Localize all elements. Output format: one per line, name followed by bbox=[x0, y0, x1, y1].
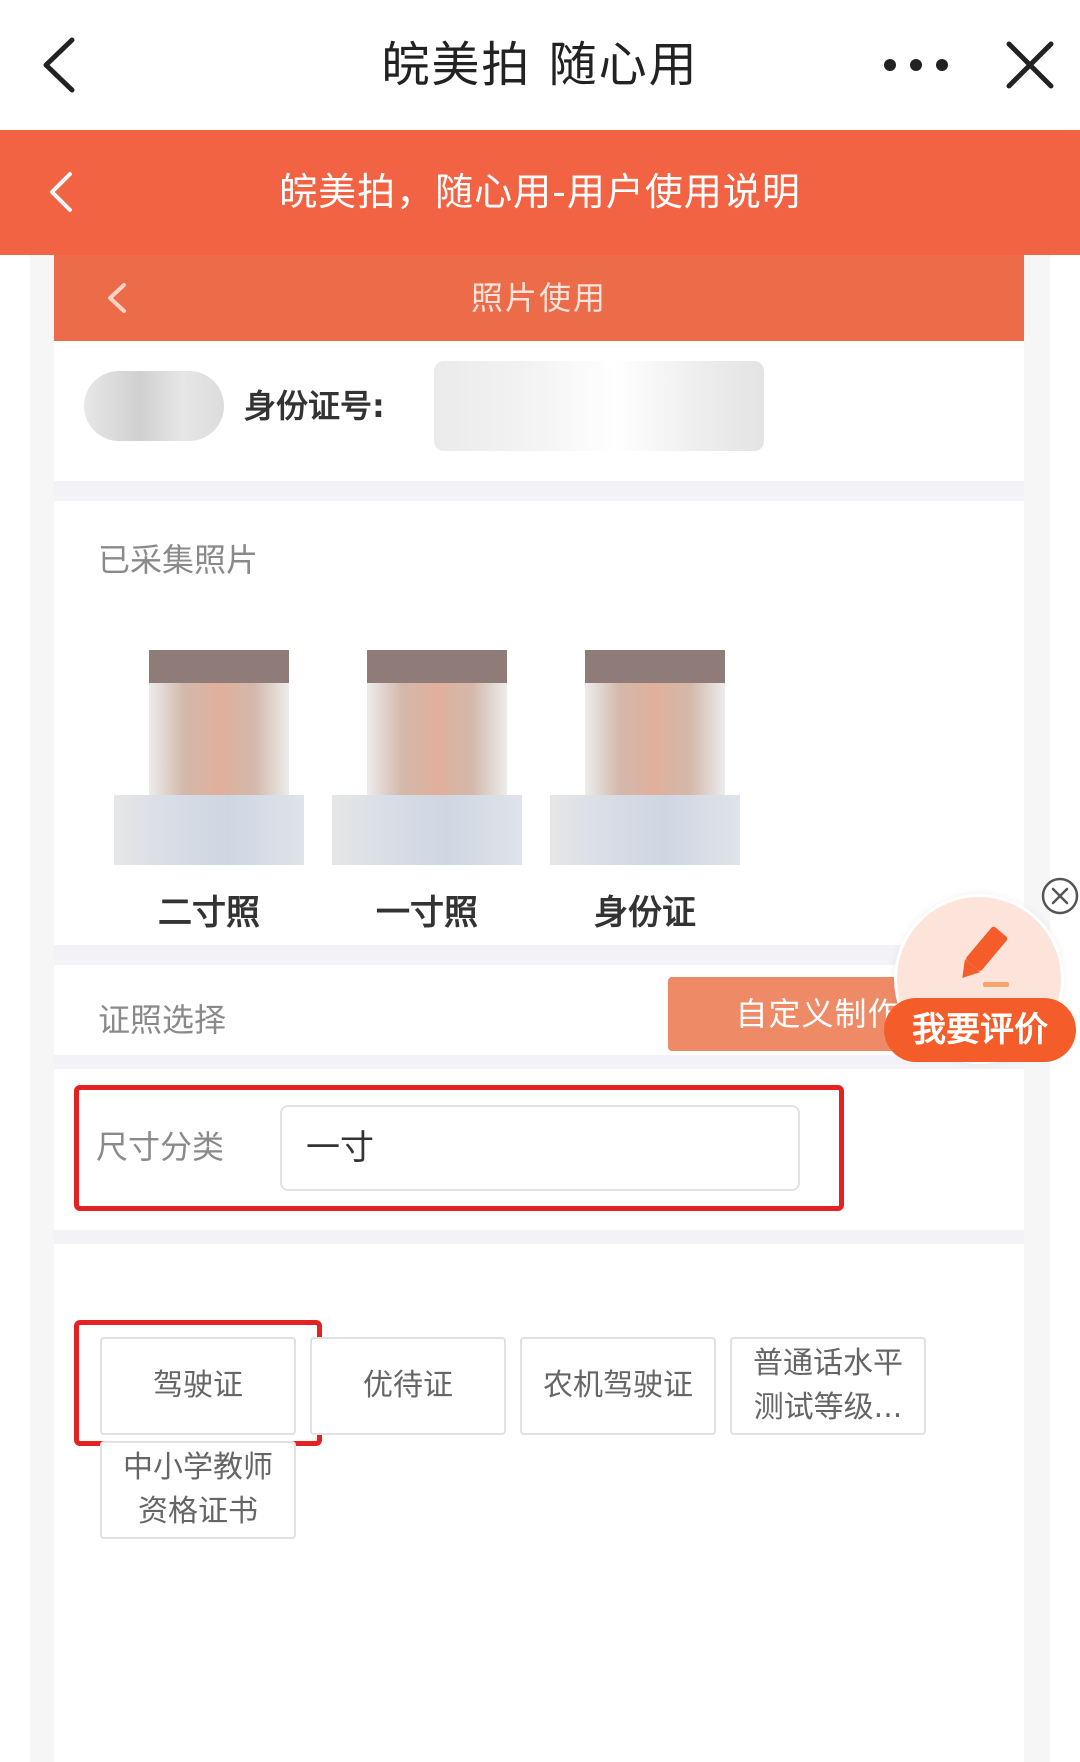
close-circle-icon[interactable] bbox=[1040, 876, 1080, 916]
size-category-select[interactable]: 一寸 bbox=[280, 1105, 800, 1191]
id-number-label: 身份证号: bbox=[244, 387, 385, 425]
id-number-redacted bbox=[434, 361, 764, 451]
photo-caption: 二寸照 bbox=[158, 893, 260, 933]
cert-chip-preferential[interactable]: 优待证 bbox=[310, 1337, 506, 1435]
cert-chip-teacher-qualification[interactable]: 中小学教师资格证书 bbox=[100, 1441, 296, 1539]
photo-idcard[interactable] bbox=[550, 650, 740, 880]
cert-chip-mandarin-test[interactable]: 普通话水平测试等级... bbox=[730, 1337, 926, 1435]
photo-1inch[interactable] bbox=[332, 650, 522, 880]
photo-caption: 一寸照 bbox=[376, 893, 478, 933]
id-row: 身份证号: bbox=[54, 341, 1024, 481]
avatar bbox=[84, 371, 224, 441]
more-icon[interactable] bbox=[870, 30, 970, 100]
divider bbox=[54, 1230, 1024, 1244]
screen: 皖美拍 随心用 皖美拍，随心用-用户使用说明 照片使用 身份证号: 已采集照片 … bbox=[0, 0, 1080, 1762]
cert-chip-driver-license[interactable]: 驾驶证 bbox=[100, 1337, 296, 1435]
browser-title: 皖美拍 随心用 bbox=[381, 37, 699, 93]
divider bbox=[54, 1055, 1024, 1069]
page-header-title: 皖美拍，随心用-用户使用说明 bbox=[279, 170, 801, 214]
collected-photos-title: 已采集照片 bbox=[98, 541, 259, 579]
cert-select-title: 证照选择 bbox=[98, 1001, 227, 1039]
inner-header-title: 照片使用 bbox=[470, 279, 607, 317]
review-widget[interactable]: 我要评价 bbox=[884, 876, 1080, 1076]
browser-top-bar: 皖美拍 随心用 bbox=[0, 0, 1080, 130]
divider bbox=[54, 945, 1024, 965]
cert-chip-farm-machine[interactable]: 农机驾驶证 bbox=[520, 1337, 716, 1435]
inner-header: 照片使用 bbox=[54, 255, 1024, 341]
review-label: 我要评价 bbox=[884, 998, 1076, 1062]
photo-face-blurred bbox=[367, 650, 507, 800]
photo-caption: 身份证 bbox=[594, 893, 696, 933]
page-header: 皖美拍，随心用-用户使用说明 bbox=[0, 130, 1080, 255]
size-category-label: 尺寸分类 bbox=[96, 1128, 225, 1166]
embedded-screen: 照片使用 身份证号: 已采集照片 二寸照 一寸照 身份证 证照选择 自定义制作 … bbox=[54, 255, 1024, 1762]
photo-body-blurred bbox=[332, 795, 522, 865]
photo-face-blurred bbox=[149, 650, 289, 800]
pencil-icon bbox=[939, 918, 1019, 998]
photo-face-blurred bbox=[585, 650, 725, 800]
header-back-icon[interactable] bbox=[36, 160, 96, 224]
back-icon[interactable] bbox=[28, 30, 98, 100]
close-icon[interactable] bbox=[995, 30, 1065, 100]
divider bbox=[54, 481, 1024, 501]
photo-2inch[interactable] bbox=[114, 650, 304, 880]
photo-body-blurred bbox=[550, 795, 740, 865]
photo-body-blurred bbox=[114, 795, 304, 865]
inner-back-icon[interactable] bbox=[94, 273, 144, 323]
